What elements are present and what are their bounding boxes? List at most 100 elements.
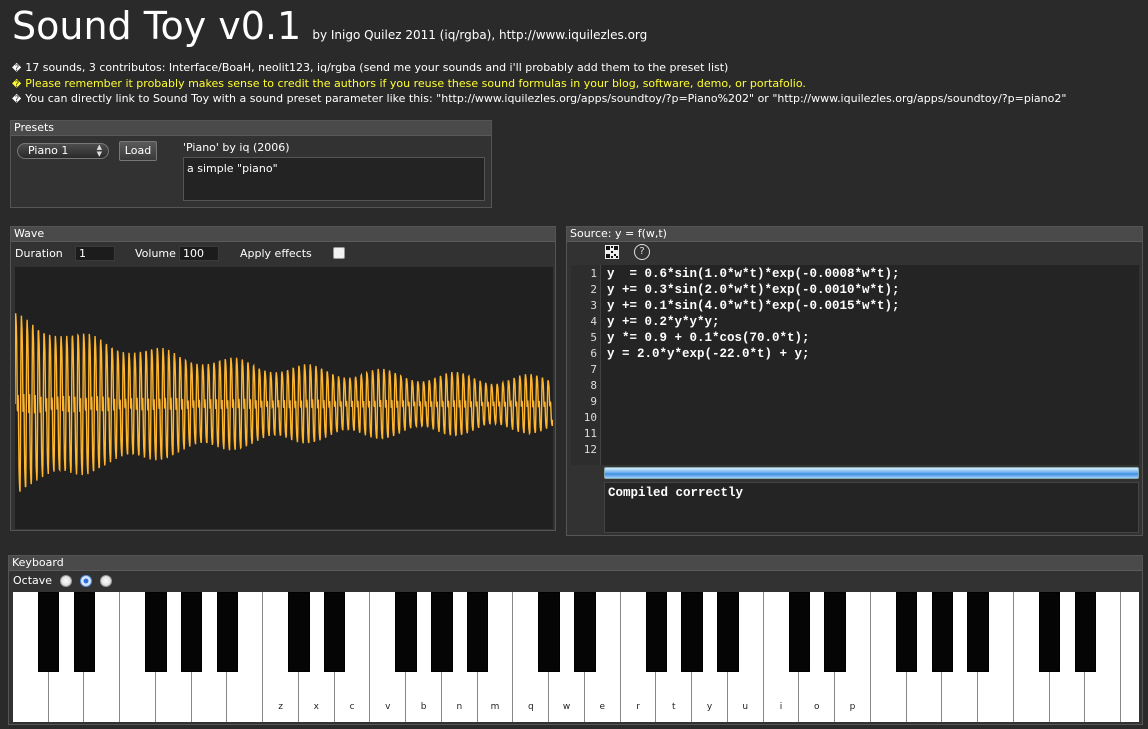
black-key[interactable]	[574, 592, 596, 672]
octave-radio-1[interactable]	[60, 575, 72, 587]
info-text: 17 sounds, 3 contributos: Interface/BoaH…	[25, 61, 729, 74]
black-key[interactable]	[216, 592, 239, 672]
info-text: You can directly link to Sound Toy with …	[25, 92, 1067, 105]
presets-panel: Presets Piano 1 ▲ ▼ Load 'Piano' by iq (2…	[10, 120, 492, 208]
key-label: c	[349, 702, 355, 712]
line-number: 3	[590, 299, 597, 312]
black-key[interactable]	[395, 592, 417, 672]
black-key[interactable]	[645, 592, 668, 672]
keyboard-header: Keyboard	[9, 556, 1142, 571]
bullet-icon: �	[12, 80, 22, 90]
preset-description[interactable]: a simple "piano"	[183, 157, 485, 201]
key-label: x	[313, 702, 319, 712]
key-label: p	[849, 702, 856, 712]
black-key[interactable]	[1074, 592, 1097, 672]
black-key[interactable]	[681, 592, 703, 672]
load-button[interactable]: Load	[119, 141, 157, 161]
info-line-contributors: � 17 sounds, 3 contributos: Interface/Boa…	[12, 61, 728, 74]
black-key[interactable]	[824, 592, 846, 672]
apply-effects-checkbox[interactable]	[333, 247, 345, 259]
volume-label: Volume	[135, 247, 176, 260]
line-number: 5	[590, 331, 597, 344]
black-key[interactable]	[73, 592, 96, 672]
octave-radio-3[interactable]	[100, 575, 112, 587]
qr-code-icon[interactable]	[605, 245, 619, 259]
waveform-display	[15, 267, 553, 529]
line-number: 4	[590, 315, 597, 328]
key-label: r	[636, 702, 640, 712]
wave-header: Wave	[11, 227, 555, 242]
wave-panel: Wave Duration 1 Volume 100 Apply effects	[10, 226, 556, 531]
black-key[interactable]	[431, 592, 453, 672]
code-line: y = 2.0*y*exp(-22.0*t) + y;	[607, 347, 810, 361]
duration-input[interactable]: 1	[75, 246, 115, 261]
line-number: 8	[590, 379, 597, 392]
black-key[interactable]	[931, 592, 954, 672]
preset-name: 'Piano' by iq (2006)	[183, 141, 290, 154]
app-title: Sound Toy v0.1	[12, 4, 302, 48]
black-key[interactable]	[717, 592, 739, 672]
piano-keyboard: zxcvbnmqwertyuiop	[13, 592, 1139, 722]
source-panel: Source: y = f(w,t) ? 1 2 3 4 5 6 7 8 9 10 11 12 y =…	[566, 226, 1143, 536]
key-label: o	[814, 702, 820, 712]
preset-select[interactable]: Piano 1 ▲ ▼	[17, 143, 109, 159]
code-lines: y = 0.6*sin(1.0*w*t)*exp(-0.0008*w*t); y …	[607, 265, 900, 362]
presets-header: Presets	[11, 121, 491, 136]
octave-label: Octave	[13, 574, 53, 587]
help-icon[interactable]: ?	[634, 244, 650, 260]
black-key[interactable]	[145, 592, 167, 672]
key-label: y	[706, 702, 713, 712]
code-line: y = 0.6*sin(1.0*w*t)*exp(-0.0008*w*t);	[607, 267, 900, 281]
code-line: y += 0.2*y*y*y;	[607, 315, 720, 329]
line-number: 7	[590, 363, 597, 376]
white-key[interactable]	[1121, 592, 1139, 722]
updown-arrows-icon: ▲ ▼	[96, 143, 102, 158]
line-number: 11	[583, 427, 597, 440]
code-line: y *= 0.9 + 0.1*cos(70.0*t);	[607, 331, 810, 345]
black-key[interactable]	[538, 592, 560, 672]
black-key[interactable]	[323, 592, 346, 672]
info-text: Please remember it probably makes sense …	[25, 77, 806, 90]
code-editor[interactable]: 1 2 3 4 5 6 7 8 9 10 11 12 y = 0.6*sin(1.0*w*t)*exp…	[571, 265, 1139, 465]
line-number: 10	[583, 411, 597, 424]
key-label: i	[779, 702, 783, 712]
bullet-icon: �	[12, 64, 22, 74]
bullet-icon: �	[12, 95, 22, 105]
black-key[interactable]	[38, 592, 60, 672]
source-header: Source: y = f(w,t)	[567, 227, 1142, 242]
line-number: 6	[590, 347, 597, 360]
black-key[interactable]	[181, 592, 203, 672]
duration-label: Duration	[15, 247, 63, 260]
code-line: y += 0.1*sin(4.0*w*t)*exp(-0.0015*w*t);	[607, 299, 900, 313]
resize-divider[interactable]	[604, 467, 1139, 479]
compile-status: Compiled correctly	[604, 482, 1139, 533]
line-number: 1	[590, 267, 597, 280]
key-label: u	[742, 702, 749, 712]
info-line-link: � You can directly link to Sound Toy with…	[12, 92, 1066, 105]
byline: by Inigo Quilez 2011 (iq/rgba), http://w…	[312, 28, 648, 42]
wave-controls: Duration 1 Volume 100 Apply effects	[11, 243, 555, 265]
line-number: 2	[590, 283, 597, 296]
key-label: b	[420, 702, 427, 712]
code-line: y += 0.3*sin(2.0*w*t)*exp(-0.0010*w*t);	[607, 283, 900, 297]
black-key[interactable]	[1038, 592, 1061, 672]
black-key[interactable]	[288, 592, 310, 672]
black-key[interactable]	[895, 592, 918, 672]
octave-radio-2[interactable]	[80, 575, 92, 587]
title-row: Sound Toy v0.1 by Inigo Quilez 2011 (iq/…	[12, 4, 647, 48]
preset-select-value: Piano 1	[28, 144, 69, 157]
line-numbers: 1 2 3 4 5 6 7 8 9 10 11 12	[571, 265, 601, 465]
key-label: n	[456, 702, 463, 712]
line-number: 9	[590, 395, 597, 408]
black-key[interactable]	[788, 592, 811, 672]
key-label: e	[599, 702, 606, 712]
waveform	[15, 313, 553, 492]
black-key[interactable]	[466, 592, 489, 672]
black-key[interactable]	[967, 592, 989, 672]
key-label: t	[672, 702, 676, 712]
key-label: z	[278, 702, 283, 712]
key-label: m	[490, 702, 500, 712]
line-number: 12	[583, 443, 597, 456]
volume-input[interactable]: 100	[179, 246, 219, 261]
apply-effects-label: Apply effects	[240, 247, 312, 260]
